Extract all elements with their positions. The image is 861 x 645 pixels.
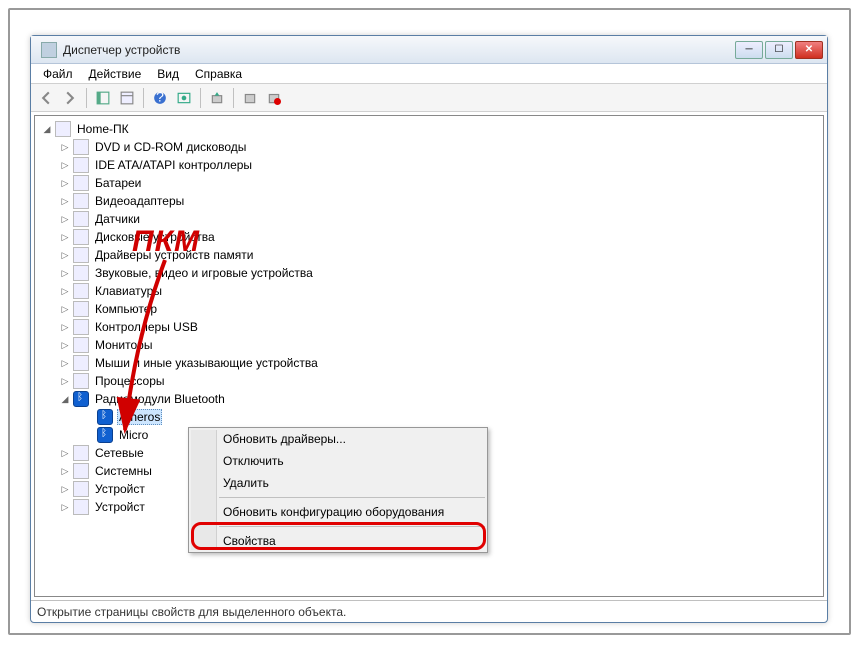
tree-category[interactable]: ▷Контроллеры USB [35,318,823,336]
expand-icon[interactable]: ▷ [59,303,71,315]
toolbar-separator [143,88,144,108]
back-button[interactable] [35,87,57,109]
expand-icon[interactable]: ▷ [59,447,71,459]
device-manager-window: Диспетчер устройств ─ ☐ ✕ Файл Действие … [30,35,828,623]
network-icon [73,445,89,461]
tree-category[interactable]: ▷Мониторы [35,336,823,354]
expand-icon[interactable]: ▷ [59,483,71,495]
tree-category[interactable]: ▷Видеоадаптеры [35,192,823,210]
tree-category[interactable]: ▷Дисковые устройства [35,228,823,246]
menu-view[interactable]: Вид [149,65,187,83]
hid-icon [73,481,89,497]
system-icon [73,463,89,479]
menu-action[interactable]: Действие [81,65,150,83]
context-menu: Обновить драйверы... Отключить Удалить О… [188,427,488,553]
ctx-scan-hardware[interactable]: Обновить конфигурацию оборудования [189,501,487,523]
computer-icon [55,121,71,137]
expand-icon[interactable]: ▷ [59,267,71,279]
tree-category-bluetooth[interactable]: ◢Радиомодули Bluetooth [35,390,823,408]
expand-icon[interactable]: ▷ [59,231,71,243]
mouse-icon [73,355,89,371]
properties-button[interactable] [116,87,138,109]
expand-icon[interactable]: ▷ [59,465,71,477]
tree-category[interactable]: ▷Клавиатуры [35,282,823,300]
disk-icon [73,229,89,245]
bluetooth-icon [97,427,113,443]
expand-icon[interactable]: ▷ [59,213,71,225]
blank-expander [83,429,95,441]
titlebar[interactable]: Диспетчер устройств ─ ☐ ✕ [31,36,827,64]
context-menu-separator [219,497,485,498]
window-title: Диспетчер устройств [63,43,733,57]
expand-icon[interactable]: ▷ [59,357,71,369]
help-button[interactable]: ? [149,87,171,109]
expand-icon[interactable]: ▷ [59,195,71,207]
menu-file[interactable]: Файл [35,65,81,83]
bluetooth-icon [73,391,89,407]
tree-category[interactable]: ▷IDE ATA/ATAPI контроллеры [35,156,823,174]
tree-device-atheros[interactable]: Atheros [35,408,823,426]
tree-category[interactable]: ▷Драйверы устройств памяти [35,246,823,264]
toolbar-separator [233,88,234,108]
disable-button[interactable] [263,87,285,109]
display-icon [73,193,89,209]
keyboard-icon [73,283,89,299]
tree-category[interactable]: ▷Батареи [35,174,823,192]
expand-icon[interactable]: ▷ [59,249,71,261]
toolbar-separator [86,88,87,108]
battery-icon [73,175,89,191]
computer-icon [73,301,89,317]
imaging-icon [73,499,89,515]
close-button[interactable]: ✕ [795,41,823,59]
forward-button[interactable] [59,87,81,109]
uninstall-button[interactable] [239,87,261,109]
ctx-update-drivers[interactable]: Обновить драйверы... [189,428,487,450]
svg-text:?: ? [156,91,164,105]
expand-icon[interactable]: ▷ [59,501,71,513]
tree-category[interactable]: ▷Компьютер [35,300,823,318]
dvd-icon [73,139,89,155]
expand-icon[interactable]: ▷ [59,285,71,297]
selected-device-label: Atheros [117,409,162,425]
menu-help[interactable]: Справка [187,65,250,83]
expand-icon[interactable]: ▷ [59,339,71,351]
usb-icon [73,319,89,335]
ctx-properties[interactable]: Свойства [189,530,487,552]
app-icon [41,42,57,58]
scan-button[interactable] [173,87,195,109]
update-driver-button[interactable] [206,87,228,109]
monitor-icon [73,337,89,353]
tree-category[interactable]: ▷DVD и CD-ROM дисководы [35,138,823,156]
collapse-icon[interactable]: ◢ [41,123,53,135]
ide-icon [73,157,89,173]
tree-category[interactable]: ▷Процессоры [35,372,823,390]
sensor-icon [73,211,89,227]
ctx-disable[interactable]: Отключить [189,450,487,472]
status-text: Открытие страницы свойств для выделенног… [37,605,346,619]
toolbar: ? [31,84,827,112]
blank-expander [83,411,95,423]
context-menu-separator [219,526,485,527]
maximize-button[interactable]: ☐ [765,41,793,59]
minimize-button[interactable]: ─ [735,41,763,59]
expand-icon[interactable]: ▷ [59,159,71,171]
toolbar-separator [200,88,201,108]
tree-category[interactable]: ▷Звуковые, видео и игровые устройства [35,264,823,282]
expand-icon[interactable]: ▷ [59,321,71,333]
expand-icon[interactable]: ▷ [59,141,71,153]
tree-root[interactable]: ◢Home-ПК [35,120,823,138]
show-hidden-button[interactable] [92,87,114,109]
cpu-icon [73,373,89,389]
expand-icon[interactable]: ▷ [59,177,71,189]
collapse-icon[interactable]: ◢ [59,393,71,405]
tree-category[interactable]: ▷Датчики [35,210,823,228]
expand-icon[interactable]: ▷ [59,375,71,387]
audio-icon [73,265,89,281]
menubar: Файл Действие Вид Справка [31,64,827,84]
ctx-delete[interactable]: Удалить [189,472,487,494]
statusbar: Открытие страницы свойств для выделенног… [31,600,827,622]
bluetooth-icon [97,409,113,425]
tree-category[interactable]: ▷Мыши и иные указывающие устройства [35,354,823,372]
memory-icon [73,247,89,263]
